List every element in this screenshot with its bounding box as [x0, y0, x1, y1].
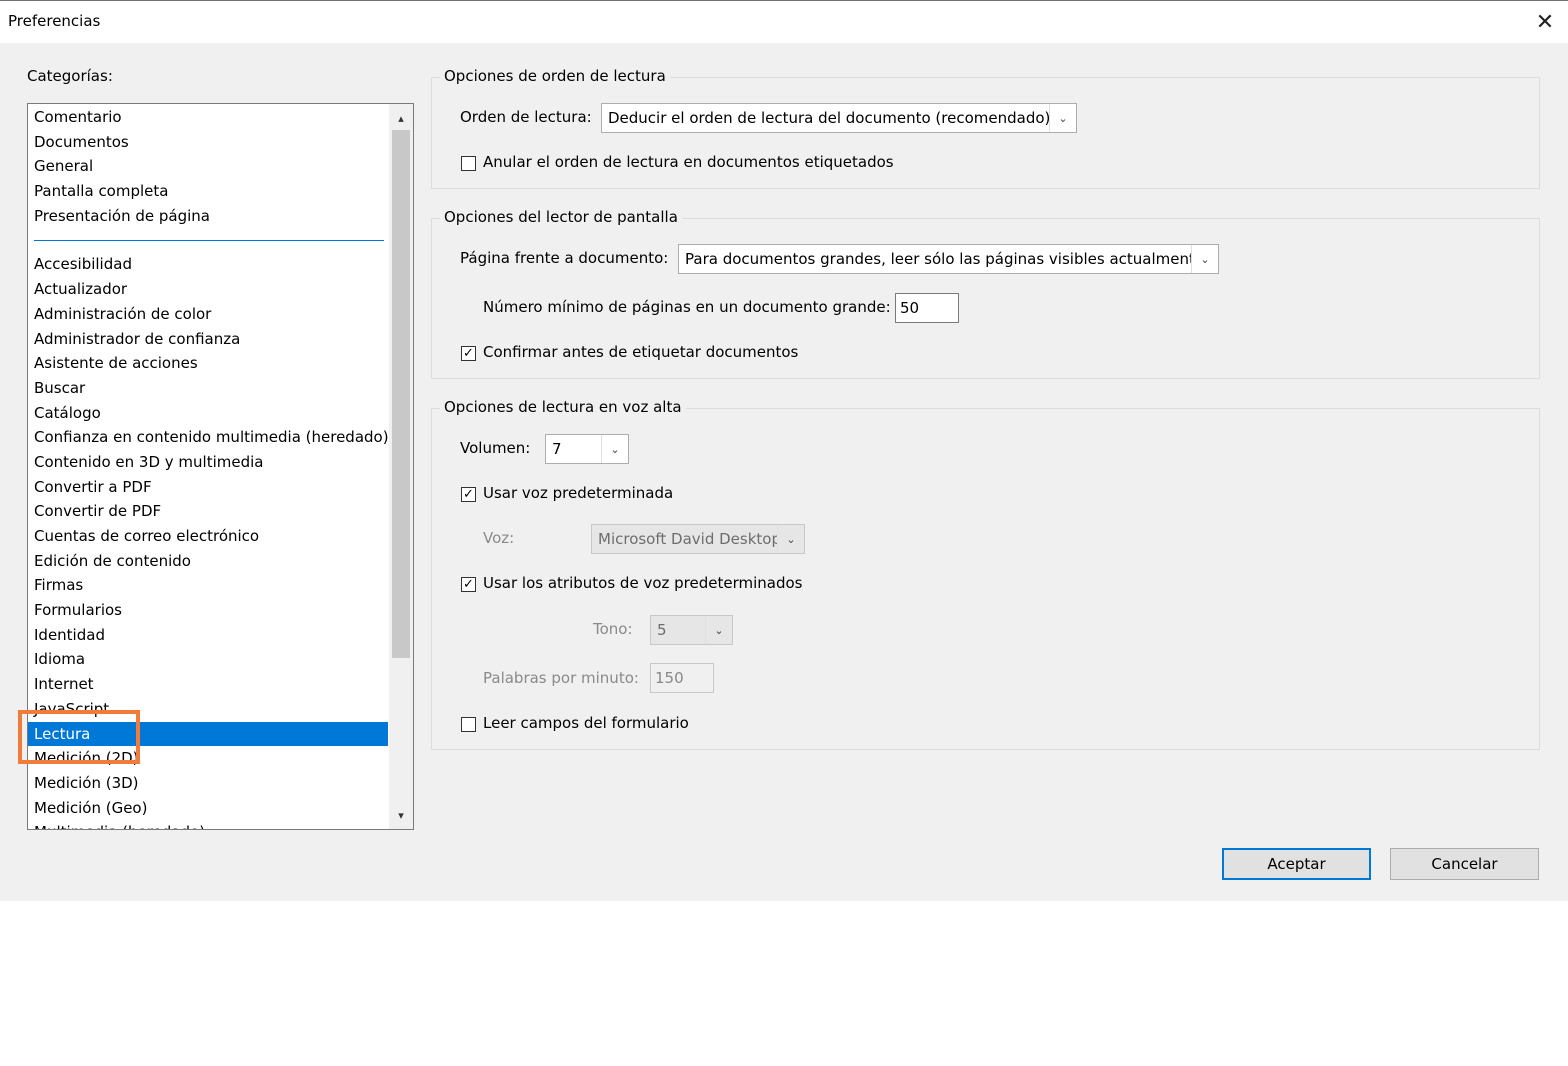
min-pages-label: Número mínimo de páginas en un documento…	[483, 298, 891, 316]
volume-value: 7	[552, 440, 562, 458]
category-item[interactable]: Comentario	[28, 105, 388, 130]
override-order-label: Anular el orden de lectura en documentos…	[483, 153, 894, 171]
read-form-fields-label: Leer campos del formulario	[483, 714, 689, 732]
voice-value: Microsoft David Desktop	[598, 530, 777, 548]
override-order-checkbox[interactable]	[461, 156, 476, 171]
chevron-down-icon: ⌄	[601, 435, 628, 463]
chevron-down-icon: ⌄	[1191, 245, 1218, 273]
preferences-dialog: Preferencias ✕ Categorías: Comentario Doc…	[0, 0, 1568, 901]
category-item[interactable]: General	[28, 154, 388, 179]
category-item[interactable]: Buscar	[28, 376, 388, 401]
check-icon: ✓	[463, 577, 474, 592]
read-form-fields-checkbox[interactable]	[461, 717, 476, 732]
voice-label: Voz:	[483, 529, 515, 547]
screen-reader-legend: Opciones del lector de pantalla	[440, 208, 682, 226]
category-item[interactable]: Formularios	[28, 598, 388, 623]
category-item[interactable]: Accesibilidad	[28, 252, 388, 277]
category-item[interactable]: Idioma	[28, 647, 388, 672]
category-item[interactable]: Catálogo	[28, 401, 388, 426]
chevron-down-icon: ⌄	[777, 525, 804, 553]
category-item[interactable]: Identidad	[28, 623, 388, 648]
words-per-minute-input: 150	[650, 663, 714, 693]
window-title: Preferencias	[8, 12, 101, 30]
page-vs-document-select[interactable]: Para documentos grandes, leer sólo las p…	[678, 244, 1219, 274]
category-item[interactable]: Internet	[28, 672, 388, 697]
chevron-down-icon: ⌄	[705, 616, 732, 644]
category-item[interactable]: Actualizador	[28, 277, 388, 302]
check-icon: ✓	[463, 487, 474, 502]
min-pages-input[interactable]: 50	[895, 293, 959, 323]
category-item[interactable]: Presentación de página	[28, 204, 388, 229]
close-button[interactable]: ✕	[1522, 1, 1568, 43]
selection-highlight-annotation	[18, 710, 140, 764]
default-attributes-checkbox[interactable]: ✓	[461, 577, 476, 592]
confirm-tagging-checkbox[interactable]: ✓	[461, 346, 476, 361]
category-item[interactable]: Administrador de confianza	[28, 327, 388, 352]
category-item[interactable]: Multimedia (heredado)	[28, 820, 388, 829]
category-item[interactable]: Contenido en 3D y multimedia	[28, 450, 388, 475]
category-item[interactable]: Firmas	[28, 573, 388, 598]
reading-order-label: Orden de lectura:	[460, 108, 592, 126]
read-aloud-legend: Opciones de lectura en voz alta	[440, 398, 686, 416]
voice-select: Microsoft David Desktop ⌄	[591, 524, 805, 554]
volume-label: Volumen:	[460, 439, 531, 457]
cancel-button[interactable]: Cancelar	[1390, 848, 1539, 880]
default-attributes-label: Usar los atributos de voz predeterminado…	[483, 574, 803, 592]
page-vs-document-label: Página frente a documento:	[460, 249, 669, 267]
category-item[interactable]: Edición de contenido	[28, 549, 388, 574]
category-item[interactable]: Confianza en contenido multimedia (hered…	[28, 425, 389, 450]
category-item[interactable]: Convertir de PDF	[28, 499, 388, 524]
category-item[interactable]: Medición (Geo)	[28, 796, 388, 821]
default-voice-checkbox[interactable]: ✓	[461, 487, 476, 502]
scroll-down-icon[interactable]: ▾	[389, 803, 413, 827]
volume-select[interactable]: 7 ⌄	[545, 434, 629, 464]
category-item[interactable]: Documentos	[28, 130, 388, 155]
reading-order-select[interactable]: Deducir el orden de lectura del document…	[601, 103, 1077, 133]
category-item[interactable]: Medición (3D)	[28, 771, 388, 796]
chevron-down-icon: ⌄	[1049, 104, 1076, 132]
ok-button[interactable]: Aceptar	[1222, 848, 1371, 880]
confirm-tagging-label: Confirmar antes de etiquetar documentos	[483, 343, 799, 361]
category-item[interactable]: Convertir a PDF	[28, 475, 388, 500]
categories-scrollbar[interactable]: ▴ ▾	[389, 104, 413, 829]
page-vs-document-value: Para documentos grandes, leer sólo las p…	[685, 250, 1191, 268]
category-item[interactable]: Cuentas de correo electrónico	[28, 524, 388, 549]
pitch-label: Tono:	[593, 620, 633, 638]
category-item[interactable]: Pantalla completa	[28, 179, 388, 204]
scrollbar-thumb[interactable]	[392, 130, 410, 658]
reading-order-group: Opciones de orden de lectura	[431, 67, 1540, 189]
close-icon: ✕	[1535, 9, 1555, 35]
category-item[interactable]: Administración de color	[28, 302, 388, 327]
category-item[interactable]: Asistente de acciones	[28, 351, 388, 376]
reading-order-value: Deducir el orden de lectura del document…	[608, 109, 1049, 127]
title-bar: Preferencias ✕	[0, 1, 1568, 43]
pitch-select: 5 ⌄	[650, 615, 733, 645]
categories-label: Categorías:	[27, 67, 113, 85]
pitch-value: 5	[657, 621, 667, 639]
check-icon: ✓	[463, 346, 474, 361]
scroll-up-icon[interactable]: ▴	[389, 106, 413, 130]
category-separator	[28, 228, 388, 252]
default-voice-label: Usar voz predeterminada	[483, 484, 674, 502]
reading-order-legend: Opciones de orden de lectura	[440, 67, 670, 85]
words-per-minute-label: Palabras por minuto:	[483, 669, 639, 687]
